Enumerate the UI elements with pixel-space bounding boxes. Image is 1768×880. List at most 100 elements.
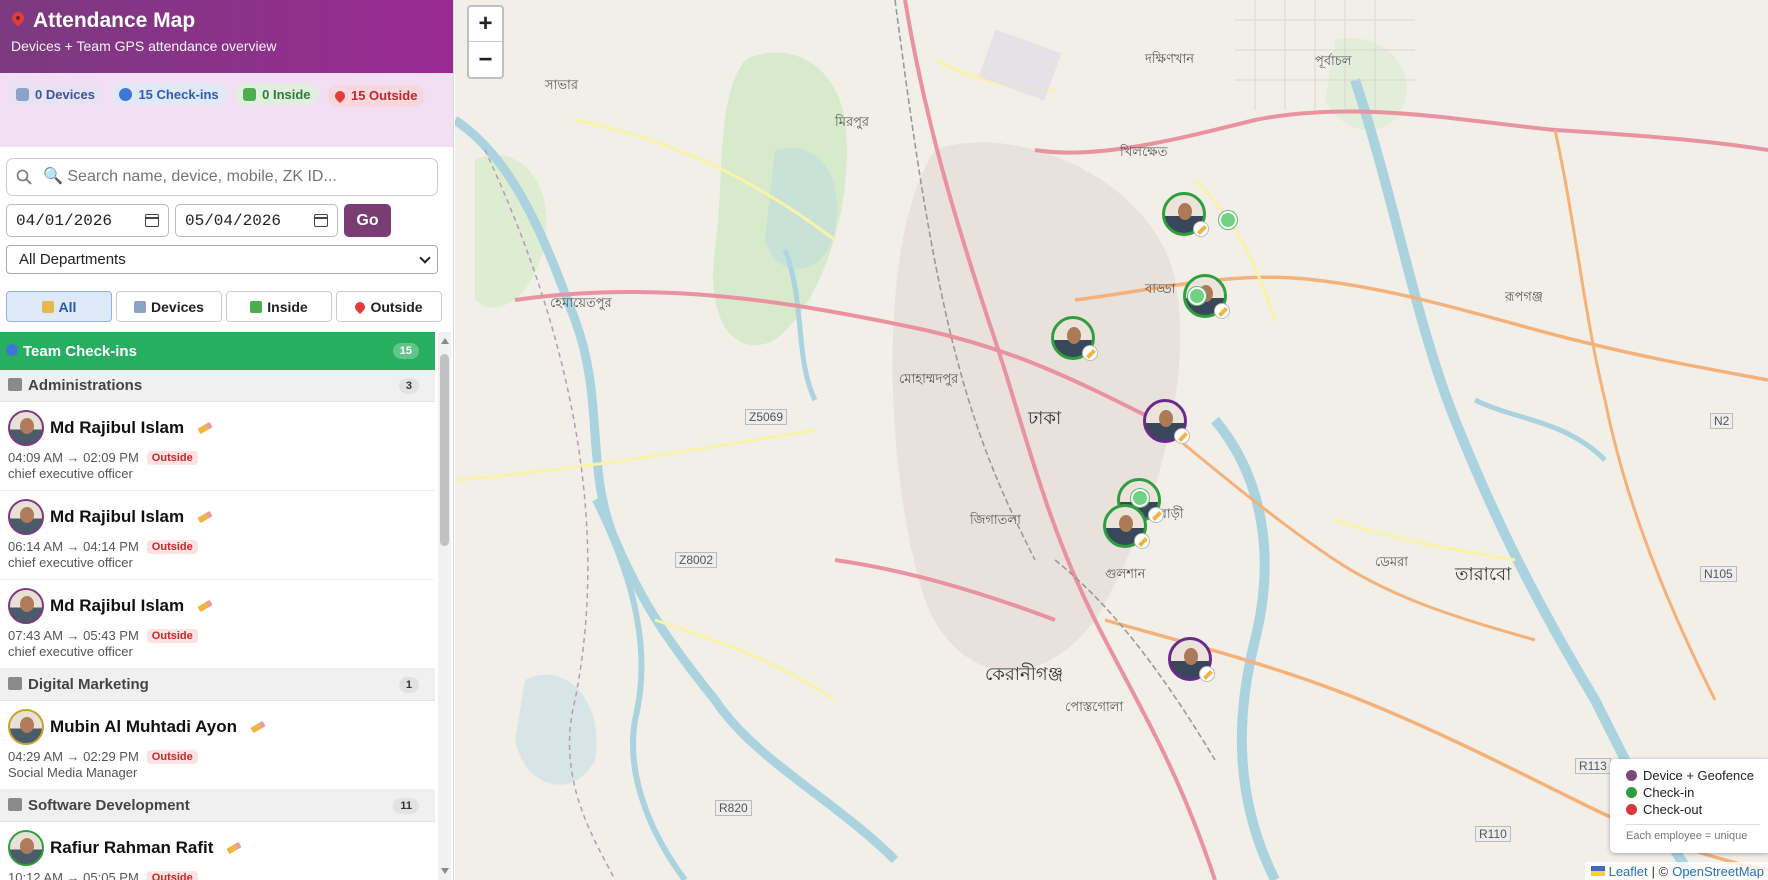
map-label: ডেমরা bbox=[1375, 554, 1408, 569]
employee-name: Md Rajibul Islam bbox=[50, 418, 185, 437]
list-scrollbar[interactable] bbox=[438, 332, 451, 880]
dept-count: 11 bbox=[393, 797, 419, 814]
stat-inside-label: 0 Inside bbox=[262, 86, 311, 102]
date-from-input[interactable]: 04/01/2026 bbox=[6, 204, 169, 237]
avatar bbox=[8, 499, 44, 535]
dept-header-administrations[interactable]: Administrations 3 bbox=[0, 370, 435, 402]
map-label: ঢাকা bbox=[1028, 408, 1062, 428]
stat-devices: 0 Devices bbox=[8, 83, 103, 105]
employee-role: chief executive officer bbox=[8, 644, 133, 659]
filter-inside-button[interactable]: Inside bbox=[226, 291, 332, 322]
date-from-value: 04/01/2026 bbox=[16, 211, 113, 230]
section-team-checkins[interactable]: Team Check-ins 15 bbox=[0, 332, 435, 370]
date-to-value: 05/04/2026 bbox=[185, 211, 282, 230]
app-header: Attendance Map Devices + Team GPS attend… bbox=[0, 0, 453, 73]
section-title: Team Check-ins bbox=[23, 342, 137, 360]
checkin-list[interactable]: Team Check-ins 15 Administrations 3 Md R… bbox=[0, 332, 435, 880]
zoom-out-button[interactable]: − bbox=[469, 42, 502, 77]
legend-checkout-swatch bbox=[1626, 804, 1637, 815]
road-label: R113 bbox=[1575, 758, 1611, 774]
osm-link[interactable]: OpenStreetMap bbox=[1672, 864, 1764, 879]
list-item[interactable]: Md Rajibul Islam 07:43 AM → 05:43 PM Outs… bbox=[0, 580, 435, 669]
check-icon bbox=[243, 87, 257, 101]
list-item[interactable]: Md Rajibul Islam 06:14 AM → 04:14 PM Outs… bbox=[0, 491, 435, 580]
map-label: মিরপুর bbox=[835, 114, 870, 129]
dept-header-digital-marketing[interactable]: Digital Marketing 1 bbox=[0, 669, 435, 701]
pencil-icon[interactable] bbox=[226, 841, 242, 855]
map-label: জিগাতলা bbox=[970, 512, 1021, 527]
road-label: N105 bbox=[1700, 566, 1737, 582]
pencil-icon[interactable] bbox=[197, 599, 213, 613]
page-title: Attendance Map bbox=[11, 9, 442, 33]
map-tiles bbox=[455, 0, 1768, 880]
go-button[interactable]: Go bbox=[344, 204, 391, 237]
map-label: তারাবো bbox=[1455, 564, 1512, 584]
pencil-icon[interactable] bbox=[197, 421, 213, 435]
building-icon bbox=[134, 300, 147, 313]
page-title-text: Attendance Map bbox=[33, 9, 196, 32]
search-icon bbox=[16, 169, 32, 185]
map-label: কেরানীগঞ্জ bbox=[985, 664, 1064, 684]
status-badge: Outside bbox=[146, 870, 198, 880]
legend-device-swatch bbox=[1626, 770, 1637, 781]
employee-times: 10:12 AM → 05:05 PM bbox=[8, 870, 139, 880]
people-icon bbox=[119, 87, 133, 101]
map-label: দক্ষিণখান bbox=[1145, 51, 1195, 66]
checkin-marker[interactable] bbox=[1051, 316, 1098, 361]
scroll-up-icon[interactable] bbox=[441, 338, 449, 344]
building-icon bbox=[16, 87, 29, 101]
scrollbar-thumb[interactable] bbox=[440, 354, 449, 546]
zoom-control: + − bbox=[467, 5, 504, 79]
pencil-icon bbox=[1214, 303, 1230, 319]
avatar bbox=[8, 709, 44, 745]
map-label: মোহাম্মদপুর bbox=[899, 371, 959, 386]
employee-times: 04:09 AM → 02:09 PM bbox=[8, 450, 139, 465]
pencil-icon[interactable] bbox=[250, 720, 266, 734]
list-item[interactable]: Rafiur Rahman Rafit 10:12 AM → 05:05 PM O… bbox=[0, 822, 435, 880]
calendar-icon[interactable] bbox=[314, 214, 328, 227]
date-range: 04/01/2026 05/04/2026 Go bbox=[0, 196, 453, 237]
checkin-marker[interactable] bbox=[1168, 637, 1215, 682]
zoom-in-button[interactable]: + bbox=[469, 7, 502, 42]
chevron-down-icon bbox=[419, 251, 431, 264]
map-label: বাড্ডা bbox=[1145, 281, 1176, 296]
filter-devices-button[interactable]: Devices bbox=[116, 291, 222, 322]
pencil-icon[interactable] bbox=[197, 510, 213, 524]
map-label: গুলশান bbox=[1105, 566, 1146, 581]
date-to-input[interactable]: 05/04/2026 bbox=[175, 204, 338, 237]
filter-inside-label: Inside bbox=[267, 298, 308, 315]
search-input[interactable] bbox=[6, 158, 438, 196]
map-label: খিলক্ষেত bbox=[1120, 144, 1168, 159]
list-item[interactable]: Md Rajibul Islam 04:09 AM → 02:09 PM Outs… bbox=[0, 402, 435, 491]
filter-all-button[interactable]: All bbox=[6, 291, 112, 322]
dept-header-software-development[interactable]: Software Development 11 bbox=[0, 790, 435, 822]
employee-name: Md Rajibul Islam bbox=[50, 596, 185, 615]
calendar-icon[interactable] bbox=[145, 214, 159, 227]
checkin-dot[interactable] bbox=[1131, 489, 1149, 507]
filter-outside-label: Outside bbox=[370, 298, 423, 315]
road-label: R820 bbox=[715, 800, 752, 816]
sidebar: Attendance Map Devices + Team GPS attend… bbox=[0, 0, 454, 880]
pencil-icon bbox=[1199, 666, 1215, 682]
employee-name: Rafiur Rahman Rafit bbox=[50, 838, 214, 857]
dept-name: Digital Marketing bbox=[28, 676, 149, 693]
checkin-marker[interactable] bbox=[1143, 399, 1190, 444]
checkin-dot[interactable] bbox=[1219, 211, 1237, 229]
department-select[interactable]: All Departments bbox=[6, 245, 438, 274]
building-icon bbox=[8, 378, 22, 391]
page-subtitle: Devices + Team GPS attendance overview bbox=[11, 38, 277, 54]
leaflet-link[interactable]: Leaflet bbox=[1609, 864, 1648, 879]
pencil-icon bbox=[1174, 428, 1190, 444]
checkin-marker[interactable] bbox=[1162, 192, 1209, 237]
stat-checkins: 15 Check-ins bbox=[111, 83, 227, 105]
map-label: পোস্তগোলা bbox=[1065, 699, 1124, 714]
filter-outside-button[interactable]: Outside bbox=[336, 291, 442, 322]
list-item[interactable]: Mubin Al Muhtadi Ayon 04:29 AM → 02:29 P… bbox=[0, 701, 435, 790]
checkin-dot[interactable] bbox=[1188, 287, 1206, 305]
employee-role: Social Media Manager bbox=[8, 765, 138, 780]
avatar bbox=[8, 410, 44, 446]
scroll-down-icon[interactable] bbox=[441, 868, 449, 874]
map-legend: Device + Geofence Check-in Check-out Eac… bbox=[1610, 759, 1768, 853]
map-canvas[interactable]: + − ঢাকা সাভার মিরপুর গুলশান কেরানীগঞ্জ … bbox=[455, 0, 1768, 880]
checkin-marker[interactable] bbox=[1103, 504, 1150, 549]
